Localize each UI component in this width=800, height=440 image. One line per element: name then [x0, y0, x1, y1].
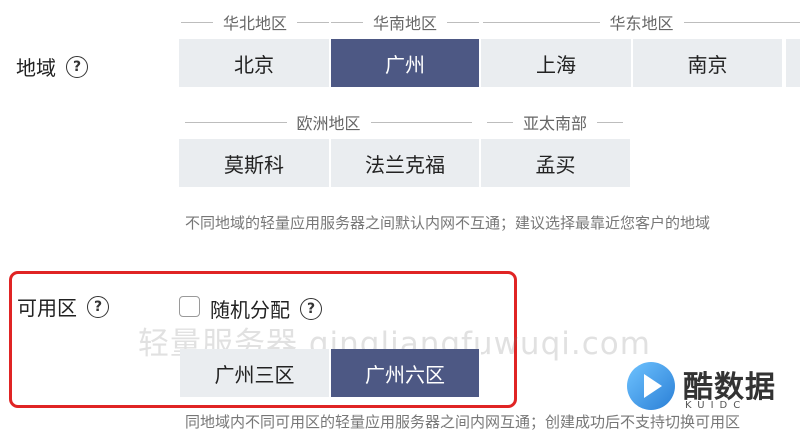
region-button-moscow[interactable]: 莫斯科 [179, 139, 331, 187]
group-header-europe: 欧洲地区 [185, 110, 473, 134]
region-button-nanjing[interactable]: 南京 [633, 39, 784, 87]
group-name: 亚太南部 [523, 114, 588, 133]
region-button-shanghai[interactable]: 上海 [481, 39, 633, 87]
region-note: 不同地域的轻量应用服务器之间默认内网不互通；建议选择最靠近您客户的地域 [185, 214, 711, 232]
region-button-guangzhou[interactable]: 广州 [331, 39, 481, 87]
zone-help-icon[interactable]: ? [87, 295, 109, 318]
zone-button-guangzhou-3[interactable]: 广州三区 [180, 349, 331, 397]
random-allocation-checkbox[interactable] [179, 296, 200, 317]
zone-label-row: 可用区 ? [17, 292, 109, 321]
region-label: 地域 [16, 56, 56, 80]
group-name: 华北地区 [223, 14, 288, 33]
group-name: 华东地区 [609, 14, 674, 33]
zone-label: 可用区 [17, 296, 77, 320]
region-help-icon[interactable]: ? [66, 55, 88, 78]
region-button-beijing[interactable]: 北京 [179, 39, 331, 87]
group-header-north: 华北地区 [181, 10, 330, 34]
group-header-asia-pacific-south: 亚太南部 [487, 110, 624, 134]
logo-subtext: KUIDC [685, 400, 747, 411]
zone-button-guangzhou-6[interactable]: 广州六区 [331, 349, 481, 397]
group-name: 欧洲地区 [296, 114, 361, 133]
group-header-east: 华东地区 [483, 10, 800, 34]
random-allocation-help-icon[interactable]: ? [300, 297, 322, 320]
group-header-south: 华南地区 [331, 10, 480, 34]
site-logo: 酷数据 KUIDC [627, 360, 797, 420]
region-button-mumbai[interactable]: 孟买 [481, 139, 632, 187]
group-name: 华南地区 [373, 14, 438, 33]
region-button-frankfurt[interactable]: 法兰克福 [331, 139, 481, 187]
region-label-row: 地域 ? [16, 52, 88, 81]
play-icon [627, 362, 675, 410]
region-button-partial[interactable] [786, 39, 800, 87]
